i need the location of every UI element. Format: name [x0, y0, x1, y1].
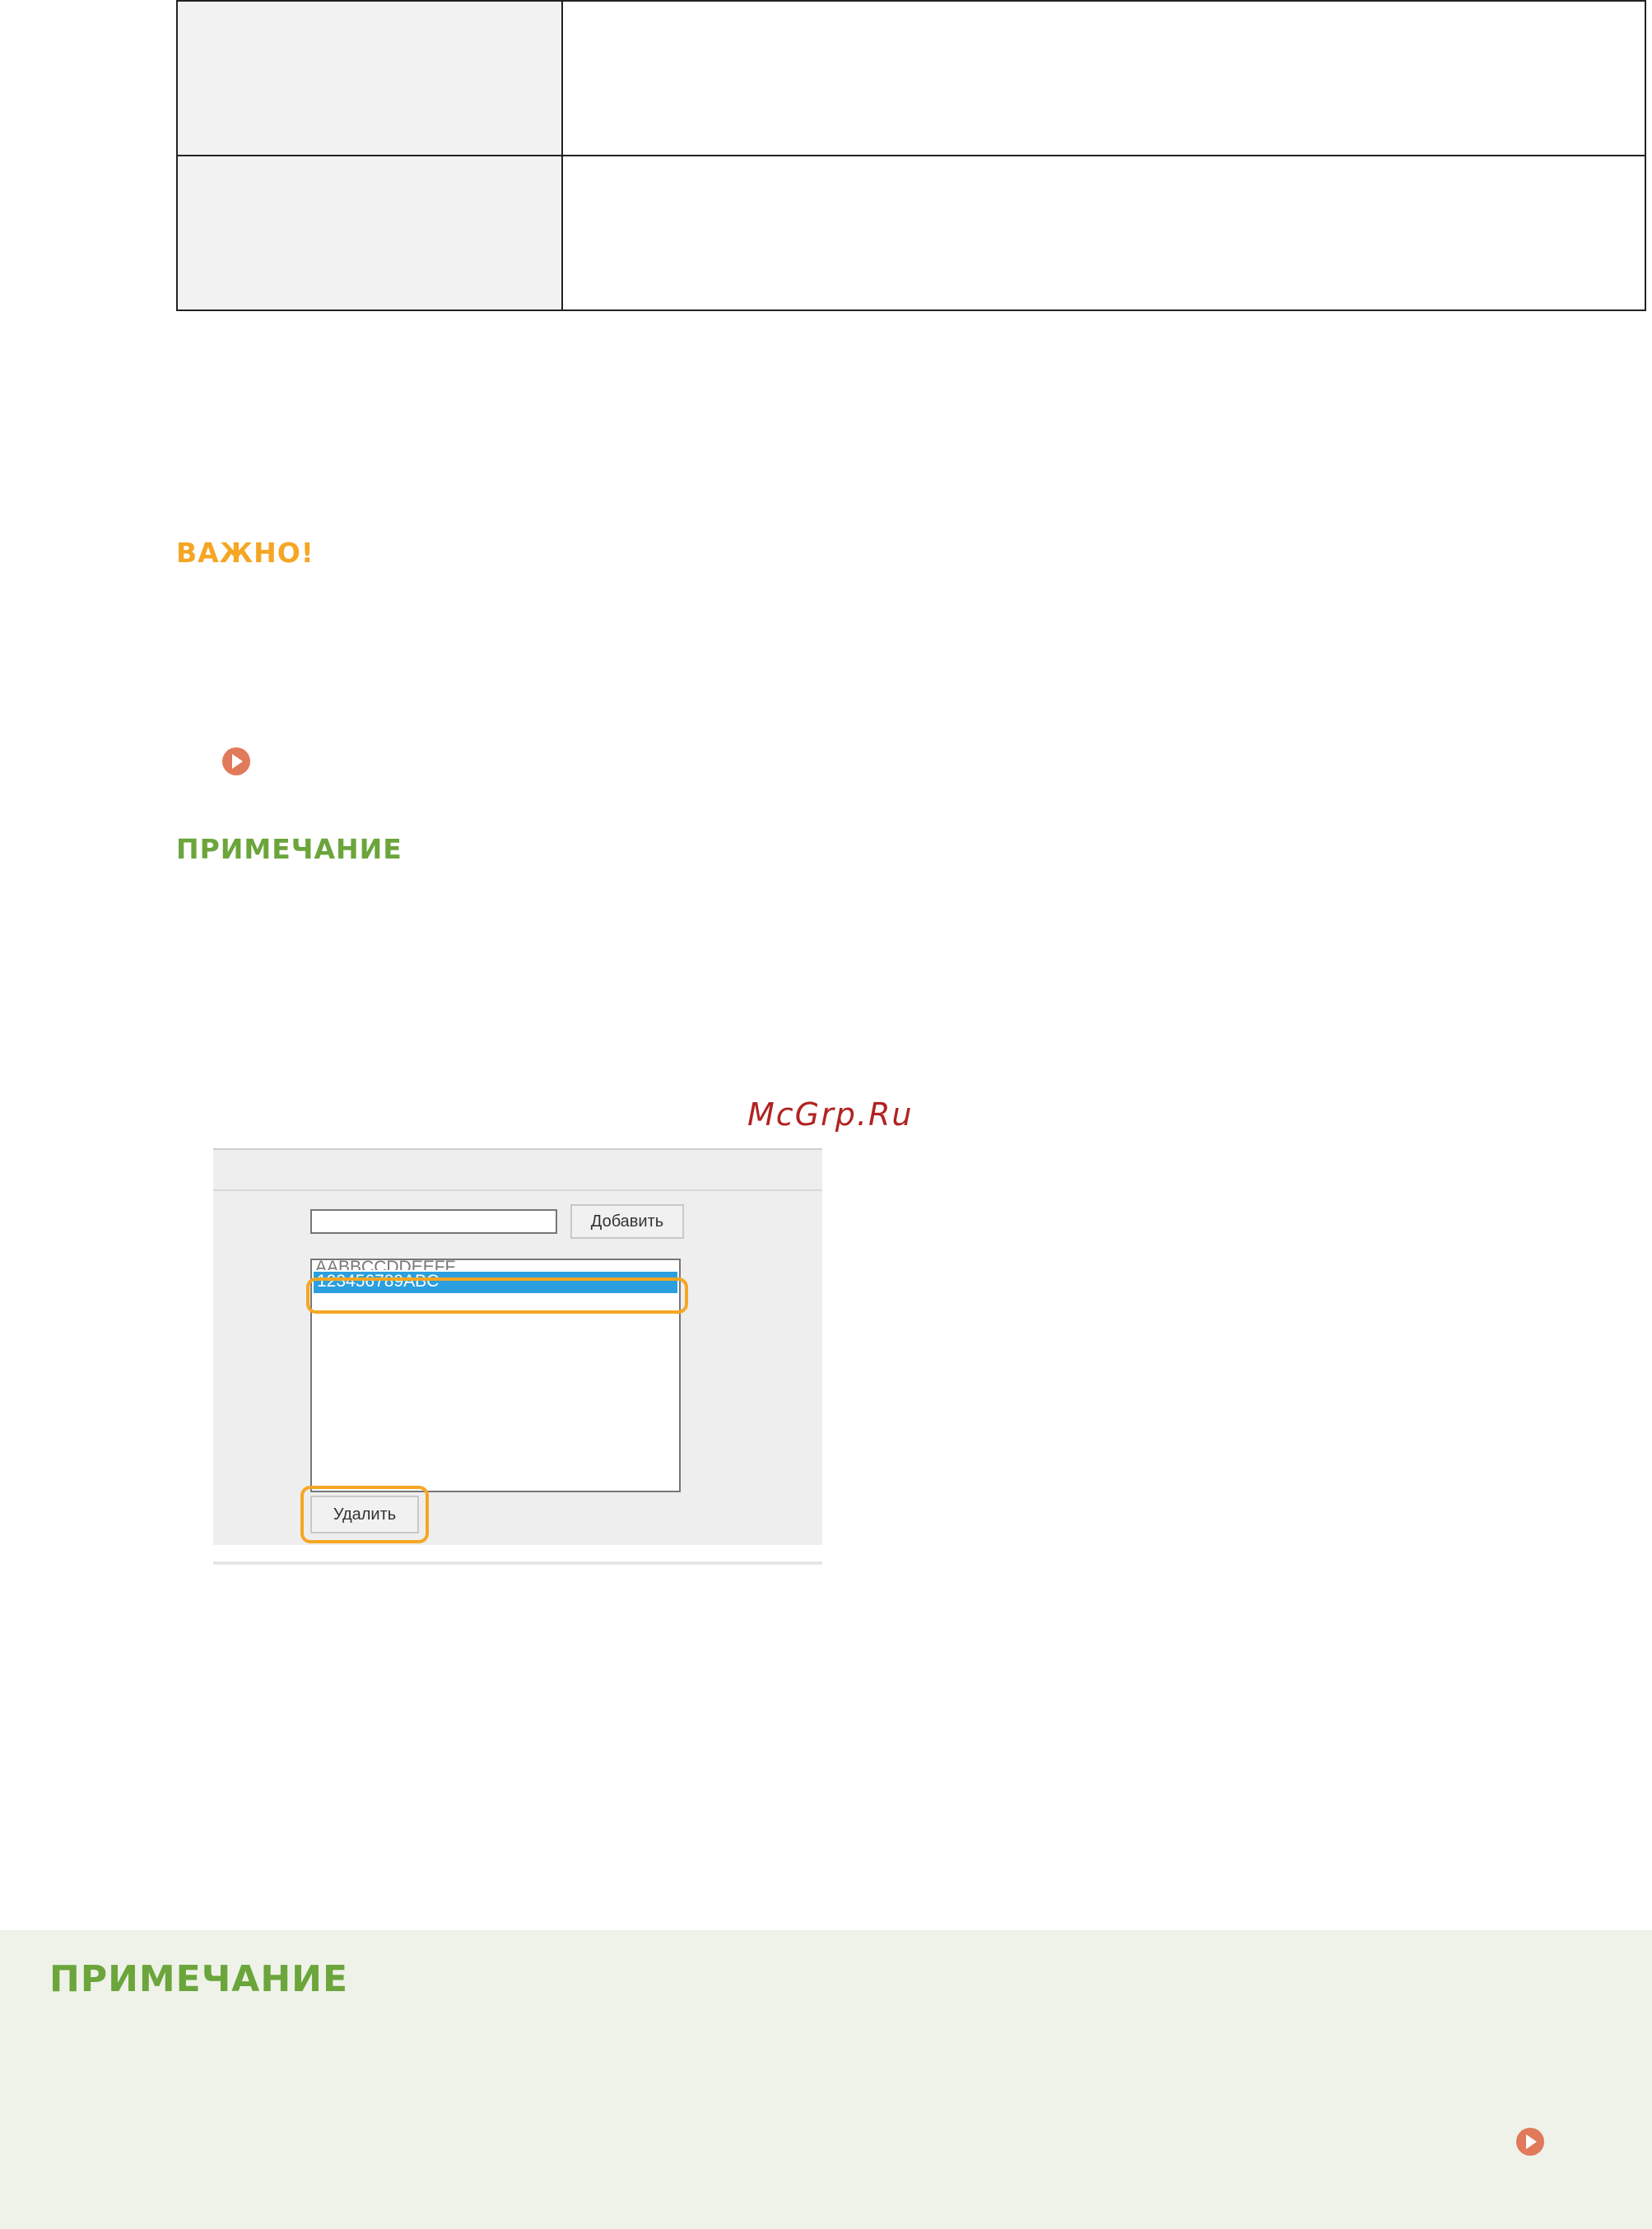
- table-label-cell: [176, 0, 563, 156]
- important-heading: ВАЖНО!: [176, 537, 314, 569]
- note-heading: ПРИМЕЧАНИЕ: [176, 833, 403, 865]
- entry-input[interactable]: [310, 1209, 557, 1234]
- link-arrow-icon[interactable]: [1516, 2128, 1544, 2156]
- note-box-heading: ПРИМЕЧАНИЕ: [49, 1958, 349, 2000]
- table-value-cell: [561, 155, 1646, 311]
- settings-screenshot: Добавить AABBCCDDEEFF 123456789ABC Удали…: [213, 1148, 822, 1545]
- note-box: ПРИМЕЧАНИЕ: [0, 1930, 1652, 2229]
- table-row: [176, 0, 1646, 156]
- watermark: McGrp.Ru: [747, 1096, 914, 1133]
- list-item[interactable]: AABBCCDDEEFF: [312, 1260, 679, 1270]
- spec-table: [176, 0, 1646, 311]
- table-row: [176, 155, 1646, 311]
- highlight-ring: [306, 1277, 688, 1314]
- divider: [213, 1561, 822, 1565]
- link-arrow-icon[interactable]: [222, 747, 250, 775]
- divider: [213, 1189, 822, 1191]
- add-button[interactable]: Добавить: [570, 1204, 684, 1239]
- table-value-cell: [561, 0, 1646, 156]
- table-label-cell: [176, 155, 563, 311]
- highlight-ring: [300, 1486, 429, 1543]
